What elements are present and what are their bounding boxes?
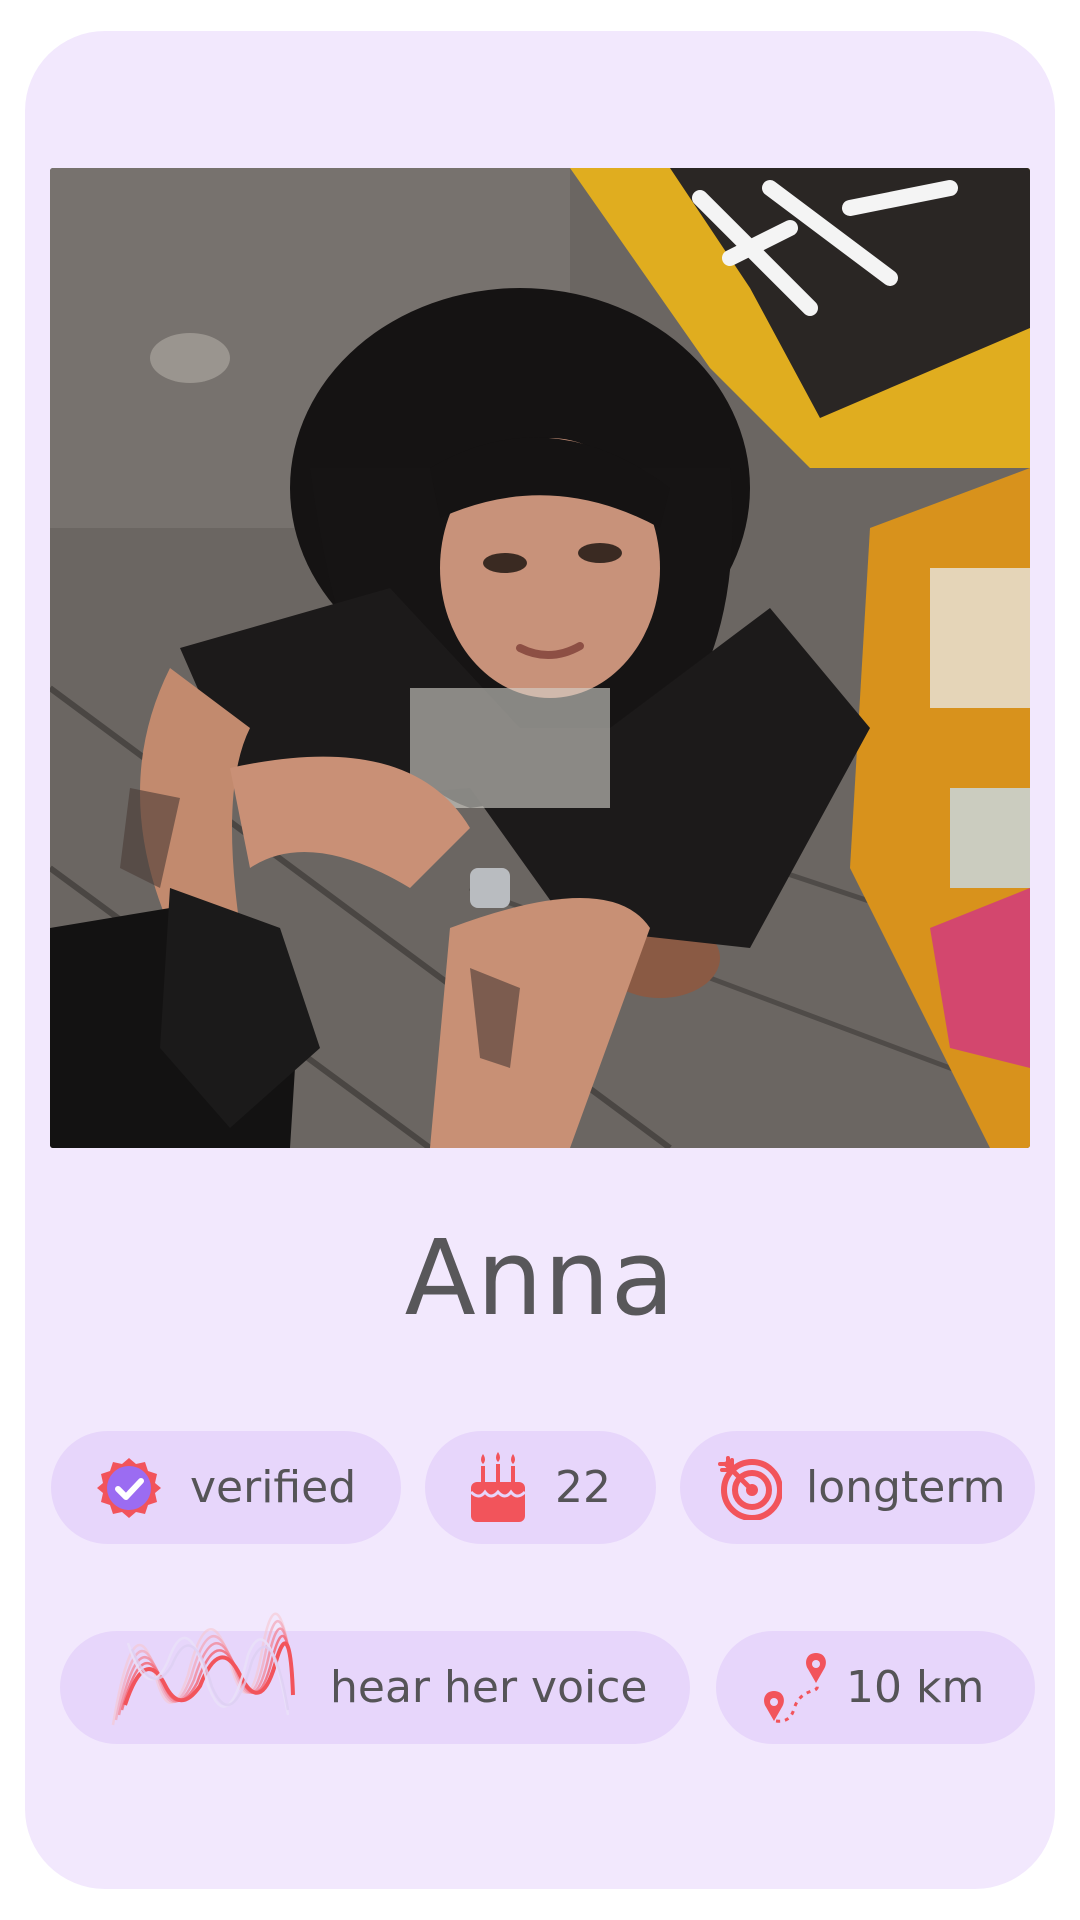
distance-label: 10 km xyxy=(846,1662,985,1713)
sound-wave-icon[interactable] xyxy=(108,1565,298,1755)
verified-tag[interactable]: verified xyxy=(51,1431,401,1544)
verified-badge-icon xyxy=(96,1455,162,1521)
profile-name: Anna xyxy=(404,1217,676,1339)
verified-label: verified xyxy=(190,1462,357,1513)
location-route-icon xyxy=(760,1651,832,1725)
age-tag[interactable]: 22 xyxy=(425,1431,656,1544)
target-icon xyxy=(718,1455,782,1520)
goal-label: longterm xyxy=(806,1462,1006,1513)
profile-photo-image xyxy=(50,168,1030,1148)
distance-tag[interactable]: 10 km xyxy=(716,1631,1035,1744)
goal-tag[interactable]: longterm xyxy=(680,1431,1035,1544)
profile-photo[interactable] xyxy=(50,168,1030,1148)
voice-label: hear her voice xyxy=(330,1662,648,1713)
birthday-cake-icon xyxy=(469,1451,527,1524)
age-label: 22 xyxy=(555,1462,611,1513)
